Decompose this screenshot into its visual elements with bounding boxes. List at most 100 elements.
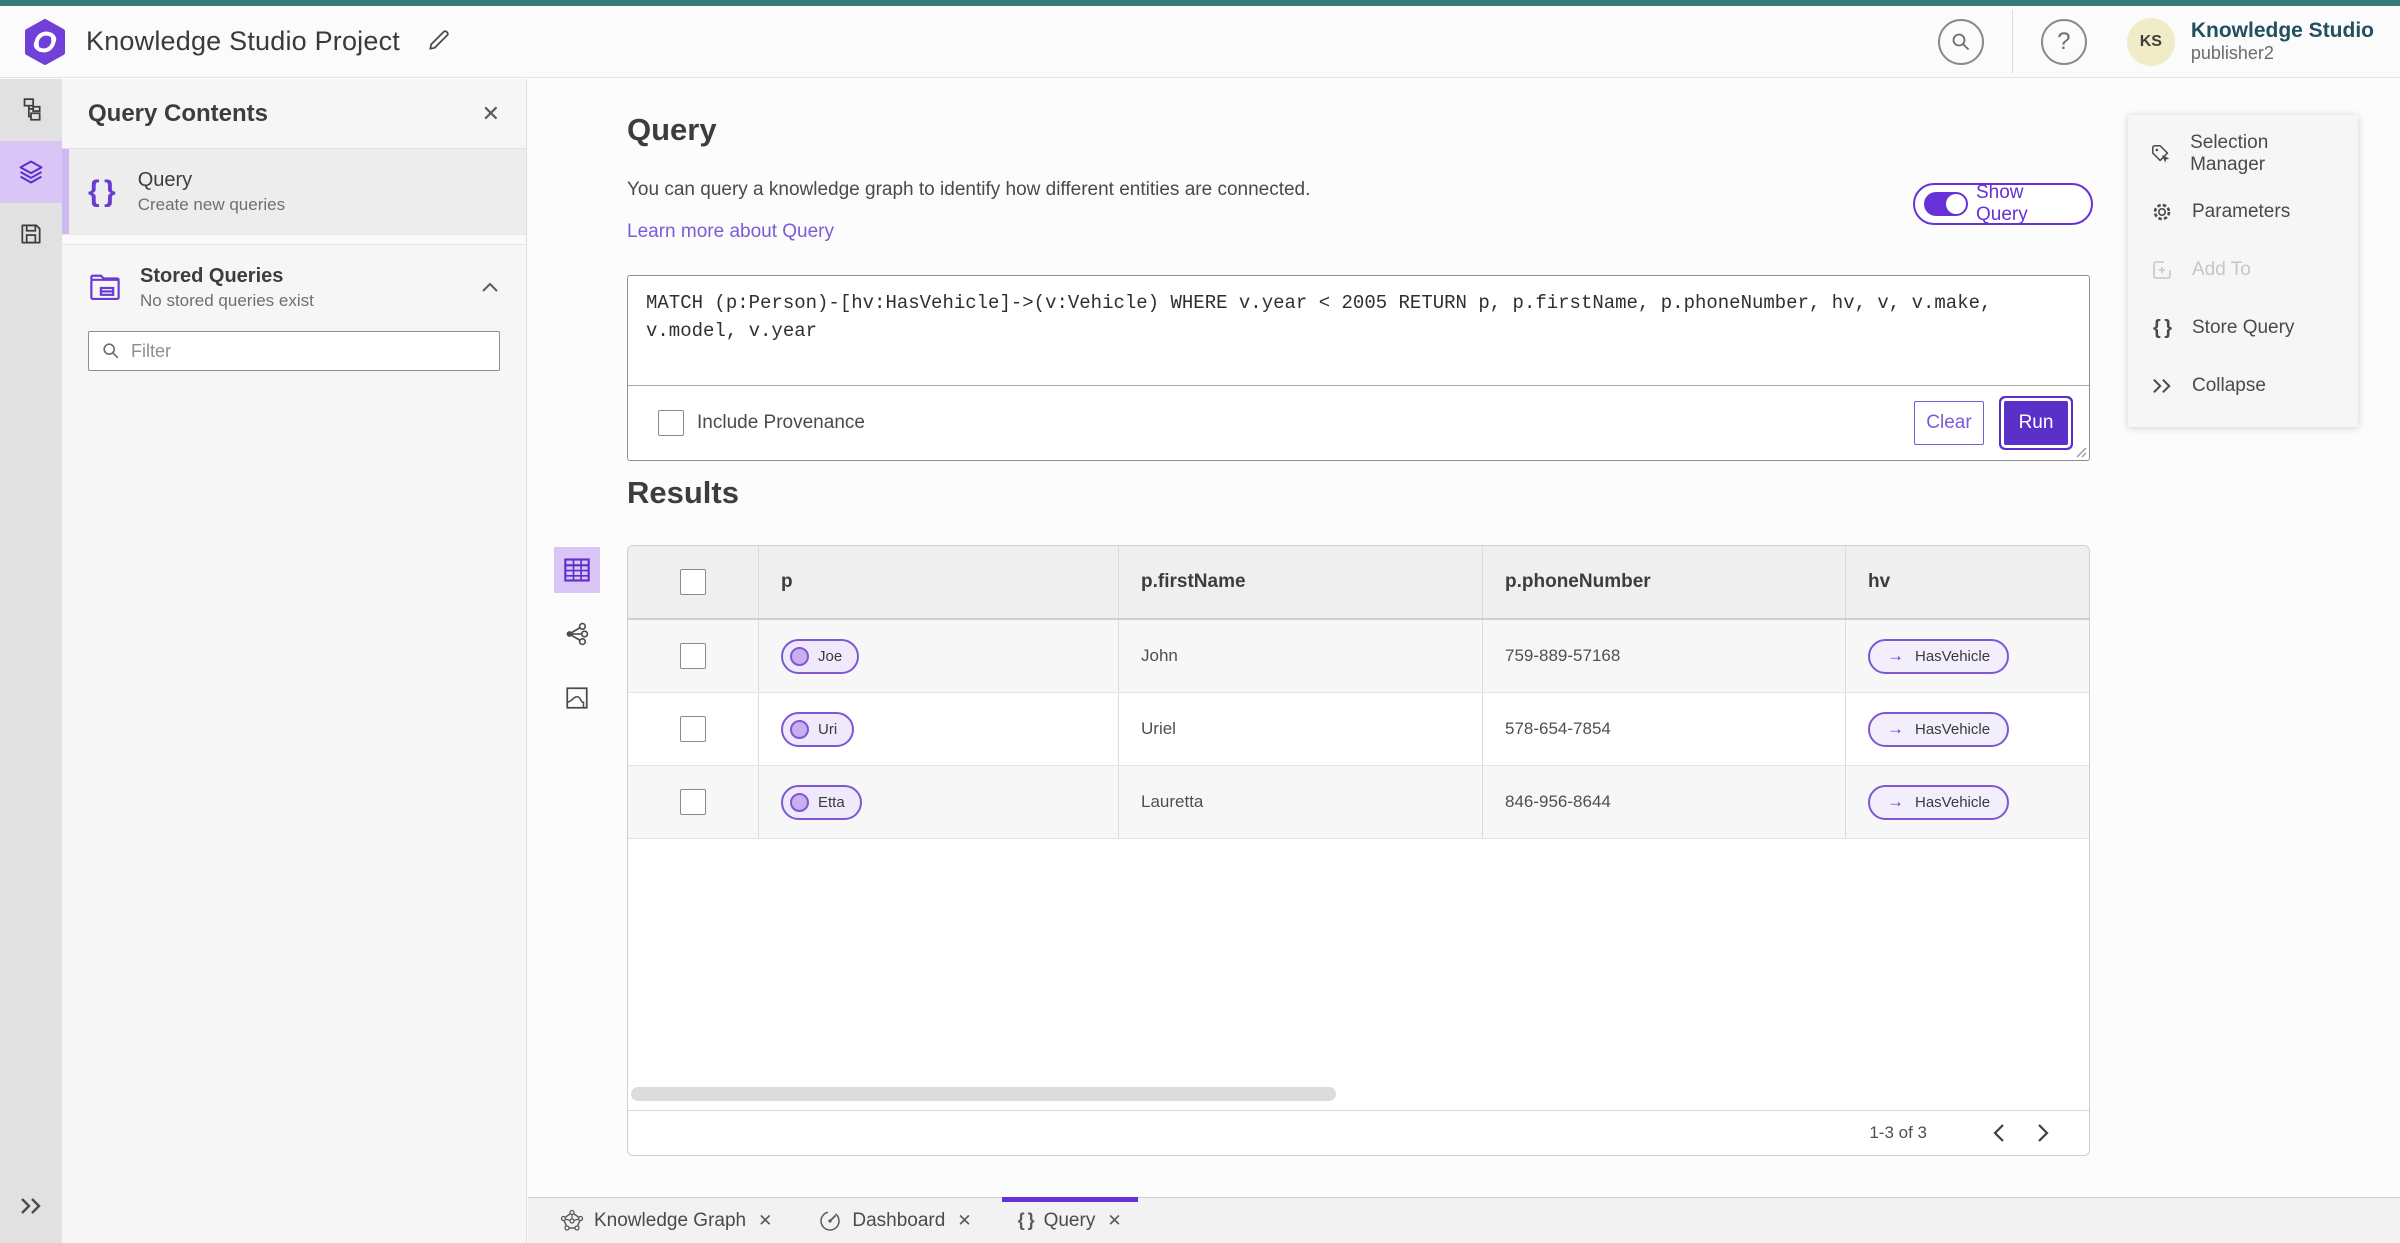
map-view-button[interactable] xyxy=(554,675,600,721)
rail-item-layers[interactable] xyxy=(0,141,62,203)
panel-title: Query Contents xyxy=(88,99,269,127)
left-icon-rail xyxy=(0,79,62,1243)
rail-item-save[interactable] xyxy=(0,203,62,265)
close-panel-button[interactable]: ✕ xyxy=(482,101,500,127)
table-view-button[interactable] xyxy=(554,547,600,593)
selection-indicator xyxy=(62,149,69,234)
app-logo-icon[interactable] xyxy=(22,18,68,65)
edit-project-title-button[interactable] xyxy=(426,27,452,56)
resize-grip-icon[interactable] xyxy=(2073,444,2087,458)
layers-icon xyxy=(19,160,43,184)
page-description: You can query a knowledge graph to ident… xyxy=(627,179,1311,200)
rail-item-hierarchy[interactable] xyxy=(0,79,62,141)
include-provenance-checkbox[interactable] xyxy=(658,410,684,436)
parameters-button[interactable]: Parameters xyxy=(2128,183,2358,241)
collapse-section-button[interactable] xyxy=(480,280,500,297)
user-info: Knowledge Studio publisher2 xyxy=(2191,19,2374,64)
tab-query[interactable]: { } Query ✕ xyxy=(1001,1197,1138,1243)
row-checkbox[interactable] xyxy=(680,643,706,669)
close-tab-icon[interactable]: ✕ xyxy=(957,1211,971,1231)
map-icon xyxy=(566,687,588,709)
header-actions: ? KS Knowledge Studio publisher2 xyxy=(1937,9,2400,74)
app-root: Knowledge Studio Project ? KS Knowledge … xyxy=(0,0,2400,1243)
store-query-button[interactable]: { } Store Query xyxy=(2128,299,2358,357)
app-header: Knowledge Studio Project ? KS Knowledge … xyxy=(0,6,2400,78)
query-contents-item-query[interactable]: { } Query Create new queries xyxy=(62,149,526,235)
table-empty-area xyxy=(628,839,2089,1110)
clear-button[interactable]: Clear xyxy=(1914,401,1984,445)
node-icon xyxy=(790,719,809,739)
edge-pill[interactable]: → HasVehicle xyxy=(1868,711,2010,747)
node-label: Etta xyxy=(818,793,845,811)
node-label: Joe xyxy=(818,647,843,665)
row-checkbox[interactable] xyxy=(680,789,706,815)
edge-pill[interactable]: → HasVehicle xyxy=(1868,784,2010,820)
double-chevron-right-icon xyxy=(21,1198,41,1214)
knowledge-graph-icon xyxy=(560,1209,584,1231)
toggle-track-icon xyxy=(1924,192,1968,216)
cell-phonenumber: 846-956-8644 xyxy=(1483,766,1846,838)
column-header-phonenumber[interactable]: p.phoneNumber xyxy=(1483,546,1846,618)
previous-page-button[interactable] xyxy=(1977,1113,2021,1153)
selection-manager-icon xyxy=(2152,144,2170,163)
table-pagination: 1-3 of 3 xyxy=(628,1110,2089,1155)
node-pill[interactable]: Uri xyxy=(781,711,855,747)
select-all-checkbox[interactable] xyxy=(680,569,706,595)
stored-queries-section[interactable]: Stored Queries No stored queries exist xyxy=(62,245,526,331)
column-header-hv[interactable]: hv xyxy=(1846,546,2089,618)
page-title: Query xyxy=(627,112,717,147)
double-chevron-right-icon xyxy=(2153,378,2171,394)
add-to-icon xyxy=(2153,261,2171,279)
query-textarea[interactable]: MATCH (p:Person)-[hv:HasVehicle]->(v:Veh… xyxy=(628,276,2089,386)
column-header-firstname[interactable]: p.firstName xyxy=(1119,546,1483,618)
show-query-toggle[interactable]: Show Query xyxy=(1913,182,2093,225)
column-header-p[interactable]: p xyxy=(759,546,1119,618)
selection-manager-button[interactable]: Selection Manager xyxy=(2128,125,2358,183)
row-checkbox[interactable] xyxy=(680,716,706,742)
arrow-right-icon: → xyxy=(1887,719,1904,738)
edge-label: HasVehicle xyxy=(1915,720,1991,738)
node-pill[interactable]: Etta xyxy=(781,784,862,820)
collapse-panel-button[interactable]: Collapse xyxy=(2128,357,2358,415)
product-name: Knowledge Studio xyxy=(2190,19,2374,43)
filter-search-icon xyxy=(103,343,119,359)
search-icon xyxy=(1952,33,1969,50)
cell-phonenumber: 578-654-7854 xyxy=(1483,693,1846,765)
next-page-button[interactable] xyxy=(2021,1113,2065,1153)
help-button[interactable]: ? xyxy=(2040,18,2087,65)
close-tab-icon[interactable]: ✕ xyxy=(1107,1211,1121,1231)
node-pill[interactable]: Joe xyxy=(781,638,860,674)
braces-icon: { } xyxy=(1017,1210,1035,1230)
tab-knowledge-graph[interactable]: Knowledge Graph ✕ xyxy=(544,1198,788,1243)
table-header-row: p p.firstName p.phoneNumber hv xyxy=(628,546,2089,620)
search-button[interactable] xyxy=(1937,18,1984,65)
horizontal-scrollbar-thumb[interactable] xyxy=(631,1087,1336,1101)
run-button[interactable]: Run xyxy=(2004,401,2068,445)
arrow-right-icon: → xyxy=(1887,792,1904,811)
graph-view-button[interactable] xyxy=(554,611,600,657)
pagination-range: 1-3 of 3 xyxy=(1869,1123,1927,1142)
avatar[interactable]: KS xyxy=(2126,17,2175,66)
filter-input[interactable] xyxy=(131,340,471,362)
table-row: Uri Uriel 578-654-7854 → HasVehicle xyxy=(628,693,2089,766)
cell-firstname: John xyxy=(1119,620,1483,692)
braces-icon: { } xyxy=(88,174,116,208)
results-title: Results xyxy=(627,475,739,510)
results-view-toolbar xyxy=(554,547,600,739)
arrow-right-icon: → xyxy=(1887,646,1904,665)
filter-field xyxy=(88,331,500,371)
learn-more-link[interactable]: Learn more about Query xyxy=(627,221,834,243)
gear-icon xyxy=(2153,203,2171,221)
braces-icon: { } xyxy=(2152,316,2172,339)
save-icon xyxy=(21,224,41,244)
edge-pill[interactable]: → HasVehicle xyxy=(1868,638,2010,674)
close-tab-icon[interactable]: ✕ xyxy=(758,1211,772,1231)
chevron-left-icon xyxy=(1993,1124,2004,1142)
edge-label: HasVehicle xyxy=(1915,793,1991,811)
question-icon: ? xyxy=(2057,27,2071,55)
expand-rail-button[interactable] xyxy=(0,1183,62,1229)
stored-queries-description: No stored queries exist xyxy=(140,291,314,310)
bottom-tab-bar: Knowledge Graph ✕ Dashboard ✕ { } Query … xyxy=(528,1197,2400,1243)
tab-dashboard[interactable]: Dashboard ✕ xyxy=(802,1198,987,1243)
add-to-button: Add To xyxy=(2128,241,2358,299)
